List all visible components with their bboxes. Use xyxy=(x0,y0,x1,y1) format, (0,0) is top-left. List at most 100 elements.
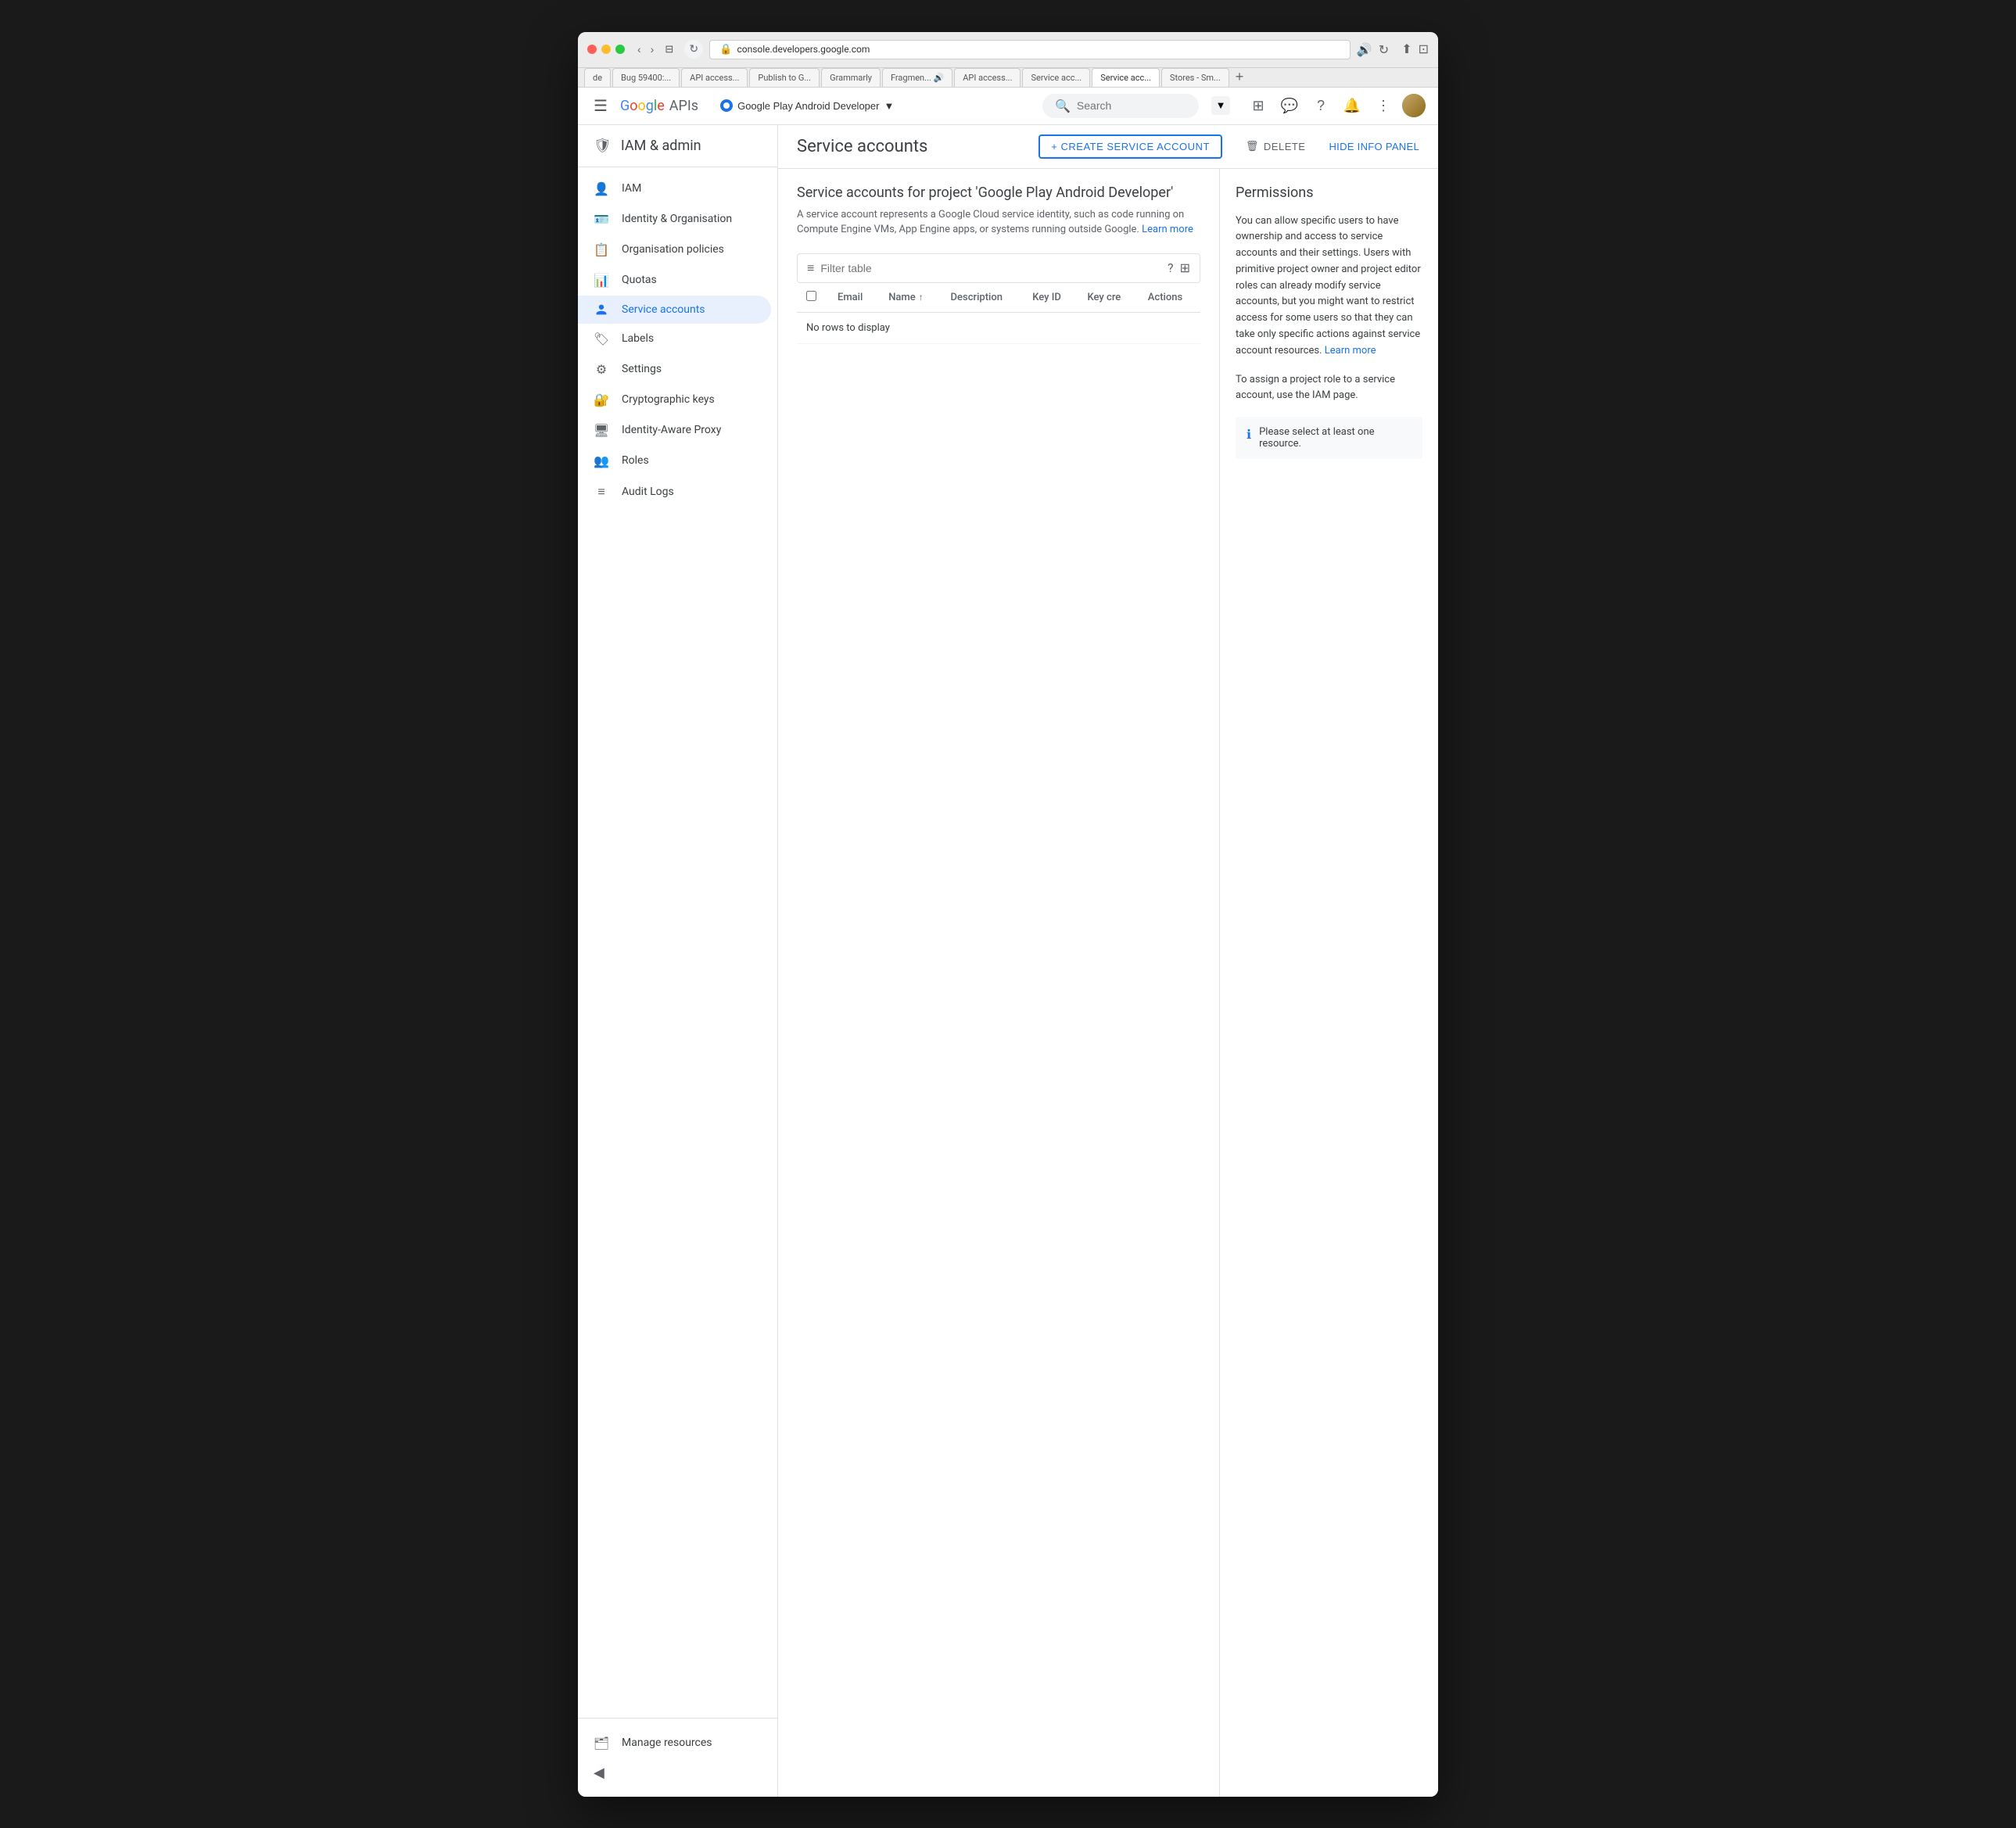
filter-input[interactable] xyxy=(820,262,1161,274)
tab-api2[interactable]: API access... xyxy=(954,68,1021,87)
tab-overview-button[interactable]: ⊟ xyxy=(660,41,678,57)
permissions-panel-text2: To assign a project role to a service ac… xyxy=(1236,372,1422,405)
search-dropdown-icon[interactable]: ▼ xyxy=(1211,96,1230,115)
help-icon-button[interactable]: ? xyxy=(1308,93,1333,118)
sidebar-item-label-identity: Identity & Organisation xyxy=(622,213,732,225)
tab-fragmen[interactable]: Fragmen... 🔊 xyxy=(882,68,952,87)
apis-text: APIs xyxy=(669,98,698,114)
columns-icon[interactable]: ⊞ xyxy=(1180,260,1190,275)
info-notice-icon: ℹ xyxy=(1247,427,1251,442)
delete-button[interactable]: 🗑 DELETE xyxy=(1235,135,1317,157)
labels-icon: 🏷 xyxy=(594,332,609,346)
permissions-notice-text: Please select at least one resource. xyxy=(1259,426,1412,450)
close-button[interactable] xyxy=(587,45,597,54)
tab-api1[interactable]: API access... xyxy=(681,68,748,87)
sidebar-item-crypto[interactable]: 🔐 Cryptographic keys xyxy=(578,385,771,415)
chat-icon-button[interactable]: 💬 xyxy=(1277,93,1302,118)
tab-publish[interactable]: Publish to G... xyxy=(749,68,820,87)
sidebar-collapse-button[interactable]: ◀ xyxy=(594,1758,604,1787)
table-body: No rows to display xyxy=(797,312,1200,343)
url-display: console.developers.google.com xyxy=(737,44,870,55)
info-panel: Permissions You can allow specific users… xyxy=(1219,169,1438,1797)
sidebar-item-label-audit: Audit Logs xyxy=(622,486,674,498)
duplicate-icon[interactable]: ⊡ xyxy=(1419,41,1429,57)
delete-btn-label: DELETE xyxy=(1264,141,1306,152)
hamburger-menu-button[interactable]: ☰ xyxy=(590,93,611,119)
sidebar-item-roles[interactable]: 👥 Roles xyxy=(578,446,771,476)
manage-resources-icon: 🗂 xyxy=(594,1736,609,1751)
tab-bug[interactable]: Bug 59400:... xyxy=(612,68,680,87)
project-dot-icon xyxy=(720,99,733,112)
maximize-button[interactable] xyxy=(615,45,625,54)
sidebar-item-iam[interactable]: 👤 IAM xyxy=(578,174,771,204)
sidebar-item-label-settings: Settings xyxy=(622,363,662,375)
address-bar[interactable]: 🔒 console.developers.google.com xyxy=(709,40,1351,59)
service-accounts-section-title: Service accounts for project 'Google Pla… xyxy=(797,185,1200,201)
notifications-icon-button[interactable]: 🔔 xyxy=(1340,93,1365,118)
th-checkbox xyxy=(797,283,828,313)
sidebar-item-label-iam: IAM xyxy=(622,182,641,195)
minimize-button[interactable] xyxy=(601,45,611,54)
app-body: 🛡 IAM & admin 👤 IAM 🪪 Identity & Organis… xyxy=(578,125,1438,1797)
permissions-learn-more-link[interactable]: Learn more xyxy=(1325,345,1376,357)
user-avatar[interactable] xyxy=(1402,94,1426,117)
more-options-icon-button[interactable]: ⋮ xyxy=(1371,93,1396,118)
roles-icon: 👥 xyxy=(594,453,609,468)
iam-shield-icon: 🛡 xyxy=(594,138,612,154)
sidebar-item-identity[interactable]: 🪪 Identity & Organisation xyxy=(578,204,771,235)
sidebar-item-quotas[interactable]: 📊 Quotas xyxy=(578,265,771,296)
sort-name-icon: ↑ xyxy=(919,292,924,303)
filter-help-icon[interactable]: ? xyxy=(1168,260,1174,275)
sidebar-item-iap[interactable]: 🖥 Identity-Aware Proxy xyxy=(578,415,771,446)
sidebar-header: 🛡 IAM & admin xyxy=(578,125,777,167)
google-apis-logo: Google APIs xyxy=(620,98,698,114)
search-input[interactable] xyxy=(1077,99,1186,112)
main-content: Service accounts + CREATE SERVICE ACCOUN… xyxy=(778,125,1438,1797)
content-area: Service accounts for project 'Google Pla… xyxy=(778,169,1438,1797)
permissions-panel-text1: You can allow specific users to have own… xyxy=(1236,213,1422,360)
toolbar-icons: ⬆ ⊡ xyxy=(1401,41,1429,57)
sidebar-footer: 🗂 Manage resources ◀ xyxy=(578,1718,777,1797)
avatar-image xyxy=(1402,94,1426,117)
sidebar-item-settings[interactable]: ⚙ Settings xyxy=(578,354,771,385)
sidebar-item-service-accounts[interactable]: Service accounts xyxy=(578,296,771,324)
logo-e: e xyxy=(657,98,665,114)
hide-info-panel-button[interactable]: HIDE INFO PANEL xyxy=(1329,141,1419,152)
audit-logs-icon: ≡ xyxy=(594,484,609,500)
refresh-icon[interactable]: ↻ xyxy=(684,40,703,59)
logo-g: G xyxy=(620,98,630,114)
browser-tabs: de Bug 59400:... API access... Publish t… xyxy=(578,68,1438,88)
sidebar-item-labels[interactable]: 🏷 Labels xyxy=(578,324,771,354)
project-dot-inner xyxy=(723,102,730,109)
sidebar-item-label-crypto: Cryptographic keys xyxy=(622,393,715,406)
nav-buttons: ‹ › ⊟ xyxy=(634,41,678,57)
reload-icon[interactable]: ↻ xyxy=(1379,42,1389,57)
tab-grammarly[interactable]: Grammarly xyxy=(821,68,881,87)
sidebar: 🛡 IAM & admin 👤 IAM 🪪 Identity & Organis… xyxy=(578,125,778,1797)
th-name[interactable]: Name ↑ xyxy=(879,283,941,313)
no-rows-message: No rows to display xyxy=(797,312,1200,343)
table-section: Service accounts for project 'Google Pla… xyxy=(778,169,1219,1797)
filter-icon: ≡ xyxy=(807,260,814,276)
new-tab-button[interactable]: + xyxy=(1231,69,1249,85)
forward-button[interactable]: › xyxy=(647,41,658,57)
service-accounts-table: Email Name ↑ Description Key ID Key cre xyxy=(797,283,1200,344)
tab-stores[interactable]: Stores - Sm... xyxy=(1161,68,1229,87)
select-all-checkbox[interactable] xyxy=(806,291,816,301)
learn-more-link[interactable]: Learn more xyxy=(1142,224,1193,235)
grid-icon-button[interactable]: ⊞ xyxy=(1246,93,1271,118)
sidebar-item-org-policies[interactable]: 📋 Organisation policies xyxy=(578,235,771,265)
audio-icon[interactable]: 🔊 xyxy=(1357,42,1372,57)
sidebar-item-audit-logs[interactable]: ≡ Audit Logs xyxy=(578,476,771,507)
back-button[interactable]: ‹ xyxy=(634,41,644,57)
tab-de[interactable]: de xyxy=(584,68,611,87)
tab-service2-active[interactable]: Service acc... xyxy=(1092,68,1160,87)
identity-icon: 🪪 xyxy=(594,212,609,227)
share-icon[interactable]: ⬆ xyxy=(1401,41,1412,57)
manage-resources-item[interactable]: 🗂 Manage resources xyxy=(594,1728,762,1758)
crypto-icon: 🔐 xyxy=(594,392,609,407)
create-service-account-button[interactable]: + CREATE SERVICE ACCOUNT xyxy=(1038,134,1222,159)
tab-service1[interactable]: Service acc... xyxy=(1022,68,1090,87)
project-selector-button[interactable]: Google Play Android Developer ▼ xyxy=(714,96,900,115)
th-key-cre: Key cre xyxy=(1078,283,1139,313)
